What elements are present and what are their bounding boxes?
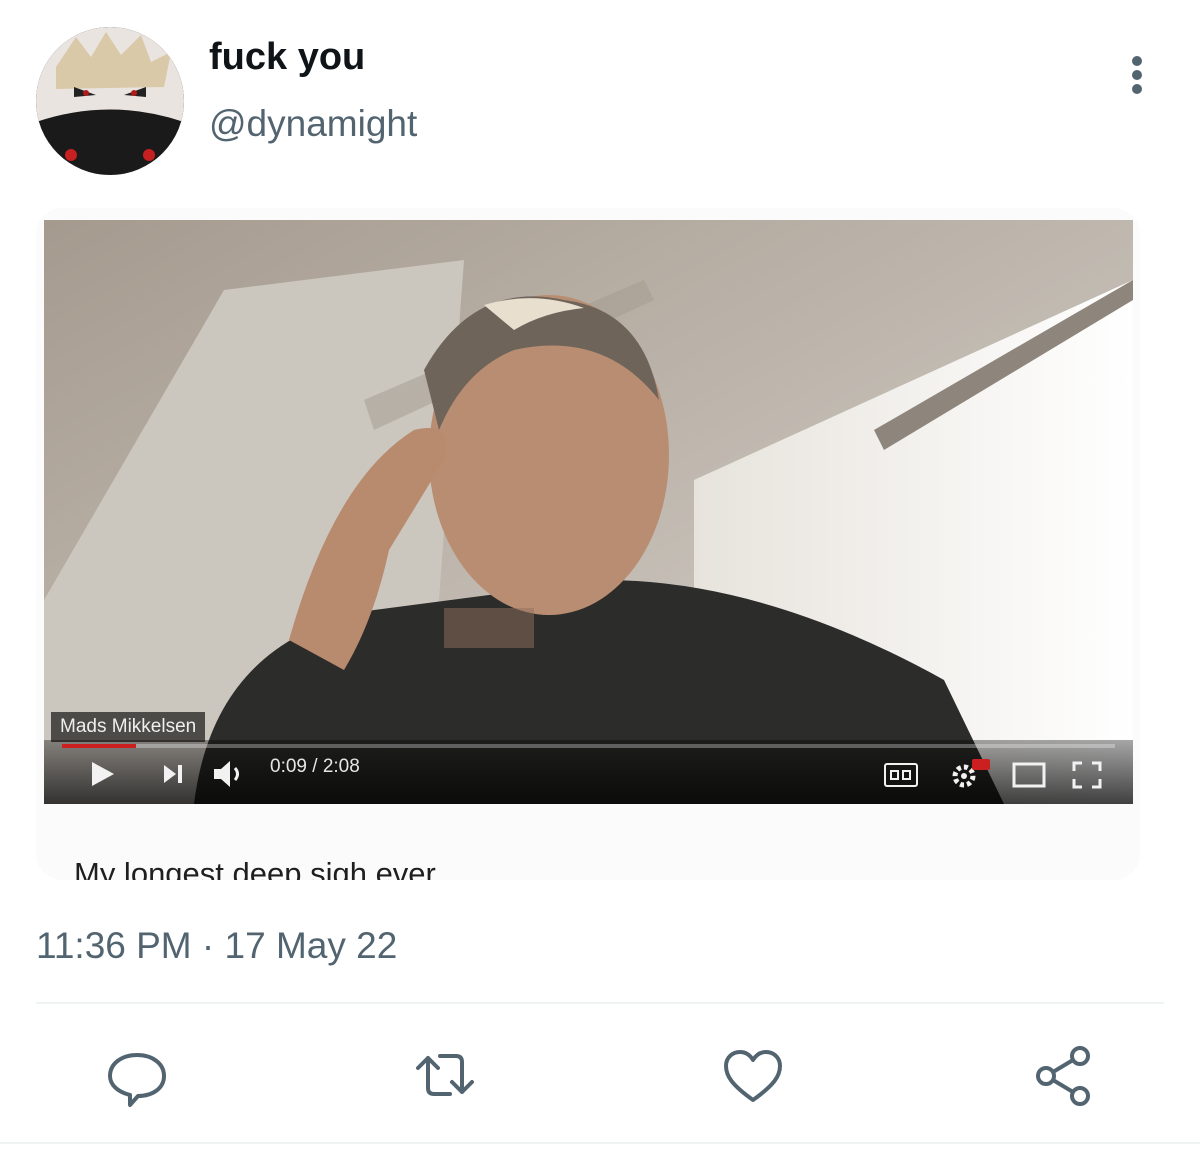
settings-gear-icon[interactable] (948, 756, 992, 790)
tweet-timestamp[interactable]: 11:36 PM · 17 May 22 (36, 925, 397, 967)
display-name[interactable]: fuck you (209, 36, 365, 79)
play-icon[interactable] (90, 760, 116, 788)
volume-icon[interactable] (212, 759, 248, 789)
captions-icon[interactable] (884, 763, 918, 787)
share-icon[interactable] (1028, 1040, 1098, 1110)
video-still-image (44, 220, 1133, 804)
theater-mode-icon[interactable] (1012, 762, 1046, 788)
like-icon[interactable] (718, 1040, 788, 1110)
avatar[interactable] (36, 27, 184, 175)
video-progress-fill (62, 744, 136, 748)
avatar-image (36, 27, 184, 175)
user-handle[interactable]: @dynamight (209, 103, 417, 145)
video-title: My longest deep sigh ever (74, 856, 436, 880)
video-frame: Mads Mikkelsen 0:09 / 2:08 (44, 220, 1133, 804)
video-overlay-name: Mads Mikkelsen (51, 712, 206, 742)
divider (36, 1002, 1164, 1004)
next-icon[interactable] (162, 763, 184, 785)
retweet-icon[interactable] (410, 1040, 480, 1110)
media-card[interactable]: Mads Mikkelsen 0:09 / 2:08 My longest de… (36, 208, 1140, 880)
more-options-icon[interactable] (1118, 50, 1158, 98)
fullscreen-icon[interactable] (1072, 761, 1102, 789)
reply-icon[interactable] (102, 1040, 172, 1110)
video-time: 0:09 / 2:08 (270, 756, 360, 777)
bottom-divider (0, 1142, 1200, 1144)
video-progress-bar[interactable] (62, 744, 1115, 748)
video-screenshot: Mads Mikkelsen 0:09 / 2:08 My longest de… (44, 220, 1133, 880)
